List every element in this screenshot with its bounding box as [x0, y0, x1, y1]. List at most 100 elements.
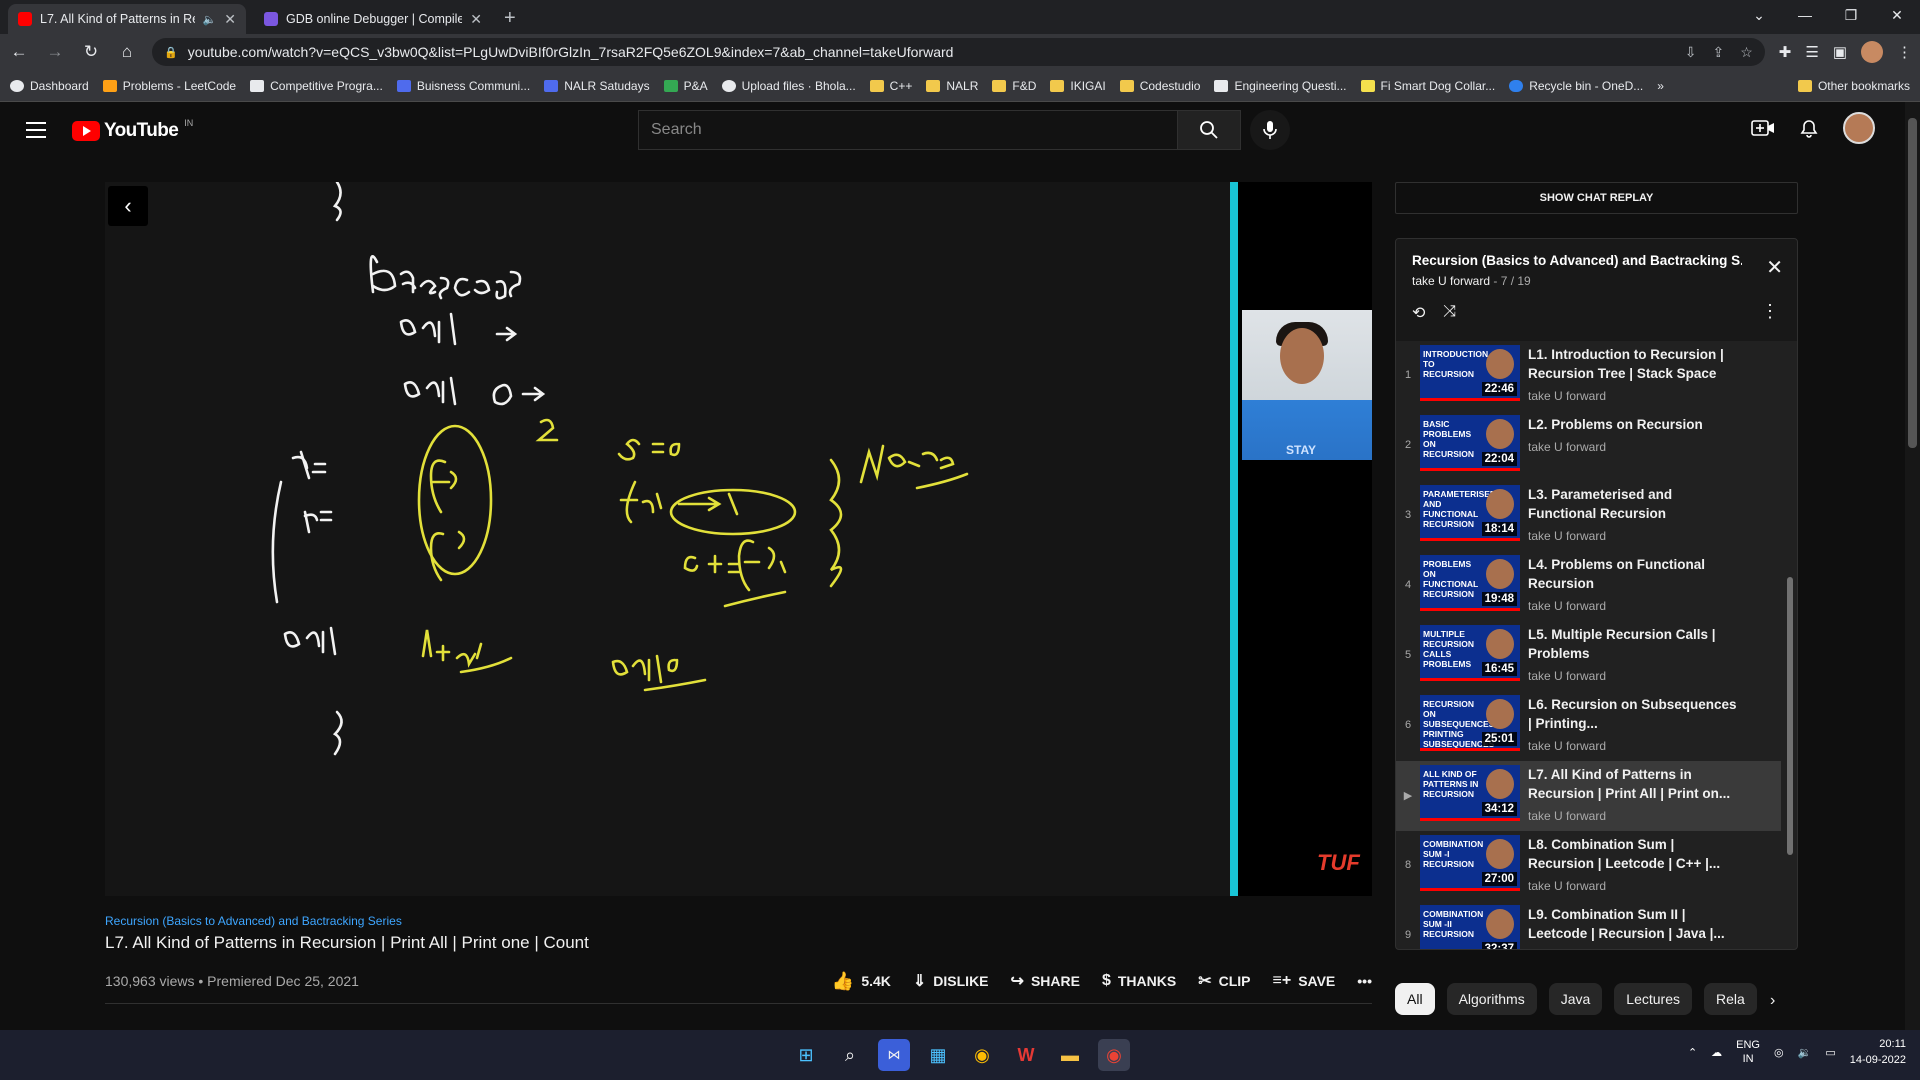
playlist-item[interactable]: 8 Combination Sum -I Recursion 27:00 L8. Co… [1396, 831, 1781, 901]
visual-studio-icon[interactable]: ⋈ [878, 1039, 910, 1071]
bookmark-item[interactable]: Problems - LeetCode [102, 79, 236, 93]
show-hidden-icons-icon[interactable]: ⌃ [1688, 1046, 1697, 1059]
playlist-item[interactable]: 5 Multiple Recursion Calls Problems 16:45 L… [1396, 621, 1781, 691]
video-thumbnail[interactable]: Introduction to Recursion 22:46 [1420, 345, 1520, 401]
search-icon[interactable]: ⌕ [834, 1039, 866, 1071]
bookmark-item[interactable]: Competitive Progra... [250, 79, 383, 93]
battery-icon[interactable]: ▭ [1825, 1046, 1835, 1059]
close-window-icon[interactable]: ✕ [1874, 7, 1920, 24]
search-input[interactable]: Search [638, 110, 1178, 150]
bookmark-item[interactable]: Upload files · Bhola... [721, 79, 856, 93]
page-scrollbar[interactable] [1905, 102, 1920, 1030]
bookmark-item[interactable]: Buisness Communi... [396, 79, 530, 93]
playlist-item[interactable]: 3 Parameterised and Functional Recursion 1… [1396, 481, 1781, 551]
chip-lectures[interactable]: Lectures [1614, 983, 1692, 1015]
hamburger-menu-icon[interactable] [26, 122, 46, 143]
video-thumbnail[interactable]: Multiple Recursion Calls Problems 16:45 [1420, 625, 1520, 681]
bookmark-folder[interactable]: IKIGAI [1050, 79, 1106, 93]
bookmark-folder[interactable]: F&D [992, 79, 1036, 93]
dislike-button[interactable]: ⇓ DISLIKE [913, 971, 989, 991]
playlist-channel[interactable]: take U forward [1412, 274, 1490, 288]
chip-all[interactable]: All [1395, 983, 1435, 1015]
video-thumbnail[interactable]: Parameterised and Functional Recursion 18… [1420, 485, 1520, 541]
playlist-title[interactable]: Recursion (Basics to Advanced) and Bactr… [1412, 253, 1742, 268]
bookmark-folder[interactable]: NALR [926, 79, 978, 93]
chip-java[interactable]: Java [1548, 983, 1603, 1015]
reload-icon[interactable]: ↻ [80, 42, 102, 62]
video-thumbnail[interactable]: All Kind of Patterns in Recursion 34:12 [1420, 765, 1520, 821]
video-thumbnail[interactable]: Combination Sum -II Recursion 32:37 [1420, 905, 1520, 949]
youtube-logo[interactable]: YouTube IN [72, 118, 193, 142]
chevron-right-icon[interactable]: › [1770, 992, 1775, 1010]
chip-algorithms[interactable]: Algorithms [1446, 983, 1537, 1015]
series-link[interactable]: Recursion (Basics to Advanced) and Bactr… [105, 914, 1372, 928]
bookmark-folder[interactable]: Codestudio [1119, 79, 1200, 93]
show-chat-replay-button[interactable]: SHOW CHAT REPLAY [1395, 182, 1798, 214]
bookmark-item[interactable]: P&A [663, 79, 708, 93]
forward-arrow-icon[interactable]: → [44, 42, 66, 62]
voice-search-button[interactable] [1250, 110, 1290, 150]
file-explorer-icon[interactable]: ▬ [1054, 1039, 1086, 1071]
loop-icon[interactable]: ⟲ [1412, 303, 1425, 323]
shuffle-icon[interactable]: ⤨ [1443, 303, 1456, 323]
bookmark-item[interactable]: Fi Smart Dog Collar... [1360, 79, 1495, 93]
playlist-item[interactable]: 2 Basic Problems on Recursion 22:04 L2. Pro… [1396, 411, 1781, 481]
playlist-item[interactable]: 9 Combination Sum -II Recursion 32:37 L9. C… [1396, 901, 1781, 949]
playlist-item[interactable]: 6 Recursion on Subsequences Printing Subs… [1396, 691, 1781, 761]
video-thumbnail[interactable]: Combination Sum -I Recursion 27:00 [1420, 835, 1520, 891]
close-tab-icon[interactable]: ✕ [224, 11, 236, 28]
close-tab-icon[interactable]: ✕ [470, 11, 482, 28]
playlist-item[interactable]: 1 Introduction to Recursion 22:46 L1. Intro… [1396, 341, 1781, 411]
bookmark-item[interactable]: Recycle bin - OneD... [1509, 79, 1643, 93]
more-bookmarks-icon[interactable]: » [1657, 79, 1664, 93]
wps-office-icon[interactable]: W [1010, 1039, 1042, 1071]
share-button[interactable]: ↪ SHARE [1011, 971, 1080, 991]
restore-icon[interactable]: ❐ [1828, 7, 1874, 24]
bookmark-folder[interactable]: C++ [869, 79, 912, 93]
chrome-active-icon[interactable]: ◉ [1098, 1039, 1130, 1071]
browser-tab-youtube[interactable]: L7. All Kind of Patterns in Rec 🔈 ✕ [8, 4, 246, 34]
bookmark-item[interactable]: Engineering Questi... [1214, 79, 1347, 93]
video-thumbnail[interactable]: Recursion on Subsequences Printing Subse… [1420, 695, 1520, 751]
create-video-icon[interactable] [1751, 118, 1775, 138]
language-indicator[interactable]: ENG IN [1736, 1038, 1760, 1066]
video-thumbnail[interactable]: Problems on Functional Recursion 19:48 [1420, 555, 1520, 611]
close-icon[interactable]: ✕ [1766, 255, 1783, 280]
reading-list-icon[interactable]: ☰ [1805, 43, 1818, 61]
bookmark-item[interactable]: NALR Satudays [544, 79, 650, 93]
volume-icon[interactable]: 🔉 [1798, 1046, 1812, 1059]
video-player[interactable]: ‹ STAY TUF [105, 182, 1372, 896]
kebab-menu-icon[interactable]: ⋮ [1761, 301, 1779, 322]
playlist-item[interactable]: 4 Problems on Functional Recursion 19:48 L4… [1396, 551, 1781, 621]
microsoft-store-icon[interactable]: ▦ [922, 1039, 954, 1071]
like-button[interactable]: 👍 5.4K [832, 971, 891, 992]
playlist-scrollbar[interactable] [1787, 577, 1793, 855]
bookmark-star-icon[interactable]: ☆ [1740, 44, 1753, 61]
browser-tab-gdb[interactable]: GDB online Debugger | Compiler ✕ [254, 4, 492, 34]
install-icon[interactable]: ⇩ [1685, 44, 1697, 61]
onedrive-icon[interactable]: ☁ [1711, 1046, 1722, 1059]
more-actions-icon[interactable]: ••• [1357, 973, 1372, 989]
windows-start-icon[interactable]: ⊞ [790, 1039, 822, 1071]
profile-avatar[interactable] [1861, 41, 1883, 63]
video-thumbnail[interactable]: Basic Problems on Recursion 22:04 [1420, 415, 1520, 471]
other-bookmarks-folder[interactable]: Other bookmarks [1797, 79, 1910, 93]
notifications-bell-icon[interactable] [1799, 117, 1819, 139]
share-page-icon[interactable]: ⇪ [1712, 44, 1724, 61]
address-bar[interactable]: 🔒 youtube.com/watch?v=eQCS_v3bw0Q&list=P… [152, 38, 1765, 66]
new-tab-button[interactable]: + [504, 7, 516, 30]
clip-button[interactable]: ✂ CLIP [1198, 971, 1250, 991]
account-avatar[interactable] [1843, 112, 1875, 144]
speaker-icon[interactable]: 🔈 [203, 13, 217, 26]
tab-search-icon[interactable]: ⌄ [1736, 7, 1782, 24]
bookmark-item[interactable]: Dashboard [10, 79, 89, 93]
extensions-icon[interactable]: ✚ [1779, 43, 1792, 61]
network-icon[interactable]: ◎ [1774, 1046, 1784, 1059]
back-arrow-icon[interactable]: ← [8, 42, 30, 62]
playlist-item[interactable]: ▶ All Kind of Patterns in Recursion 34:12 L… [1396, 761, 1781, 831]
search-button[interactable] [1177, 110, 1241, 150]
minimize-icon[interactable]: — [1782, 7, 1828, 23]
save-button[interactable]: ≡+ SAVE [1273, 972, 1336, 990]
clock[interactable]: 20:11 14-09-2022 [1850, 1036, 1906, 1068]
chrome-icon[interactable]: ◉ [966, 1039, 998, 1071]
